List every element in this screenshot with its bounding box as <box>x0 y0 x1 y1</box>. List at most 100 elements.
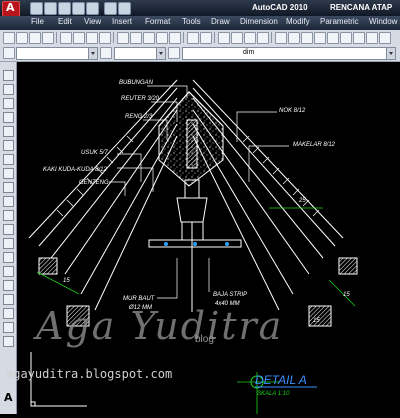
properties-icon[interactable] <box>275 32 287 44</box>
workspace-icon[interactable] <box>3 47 15 59</box>
baut-dot <box>193 242 197 246</box>
workspace-combo[interactable] <box>16 47 98 60</box>
revision-cloud-icon[interactable] <box>3 168 14 179</box>
detail-title: DETAIL A <box>255 373 307 387</box>
qnew-icon[interactable] <box>16 32 28 44</box>
chevron-down-icon[interactable] <box>156 48 165 59</box>
undo-toolbar-icon[interactable] <box>187 32 199 44</box>
quick-access-dropdown-icon[interactable] <box>118 2 131 15</box>
menu-view[interactable]: View <box>84 17 101 26</box>
construction-line-icon[interactable] <box>3 84 14 95</box>
multiline-text-icon[interactable] <box>3 322 14 333</box>
menu-window[interactable]: Window <box>369 17 397 26</box>
label-bubungan: BUBUNGAN <box>119 80 154 86</box>
zoom-window-icon[interactable] <box>244 32 256 44</box>
toolbar-separator <box>183 32 184 43</box>
help-icon[interactable] <box>353 32 365 44</box>
redo-toolbar-icon[interactable] <box>200 32 212 44</box>
text-tool-icon[interactable]: A <box>4 391 13 404</box>
ellipse-arc-icon[interactable] <box>3 210 14 221</box>
publish-icon[interactable] <box>86 32 98 44</box>
design-center-icon[interactable] <box>288 32 300 44</box>
match-properties-icon[interactable] <box>156 32 168 44</box>
style-combo[interactable] <box>114 47 166 60</box>
circle-icon[interactable] <box>3 154 14 165</box>
menu-insert[interactable]: Insert <box>112 17 132 26</box>
zoom-previous-icon[interactable] <box>257 32 269 44</box>
save-toolbar-icon[interactable] <box>42 32 54 44</box>
document-title: RENCANA ATAP <box>330 3 393 12</box>
redo-icon[interactable] <box>86 2 99 15</box>
paste-icon[interactable] <box>143 32 155 44</box>
sheet-set-icon[interactable] <box>314 32 326 44</box>
hatch-icon[interactable] <box>3 266 14 277</box>
app-title: AutoCAD 2010 <box>252 3 308 12</box>
menu-bar: File Edit View Insert Format Tools Draw … <box>0 16 400 30</box>
spline-icon[interactable] <box>3 182 14 193</box>
3d-dwf-icon[interactable] <box>99 32 111 44</box>
quickcalc-icon[interactable] <box>340 32 352 44</box>
layer-current-value: dim <box>243 49 255 56</box>
save-icon[interactable] <box>58 2 71 15</box>
baut-dot <box>164 242 168 246</box>
point-icon[interactable] <box>3 252 14 263</box>
settings-icon[interactable] <box>100 47 112 59</box>
menu-edit[interactable]: Edit <box>58 17 72 26</box>
dim-style-icon[interactable] <box>379 32 391 44</box>
make-block-icon[interactable] <box>3 238 14 249</box>
label-usuk: USUK 5/7 <box>81 150 108 156</box>
menu-parametric[interactable]: Parametric <box>320 17 359 26</box>
label-makelar: MAKELAR 8/12 <box>293 142 336 148</box>
line-icon[interactable] <box>3 70 14 81</box>
menu-file[interactable]: File <box>31 17 44 26</box>
polygon-icon[interactable] <box>3 112 14 123</box>
region-icon[interactable] <box>3 294 14 305</box>
detail-scale: SKALA 1:10 <box>257 391 290 397</box>
markup-icon[interactable] <box>327 32 339 44</box>
pan-icon[interactable] <box>218 32 230 44</box>
drawing-canvas[interactable]: BUBUNGAN REUTER 3/20 RENG 2/3 USUK 5/7 K… <box>17 62 400 414</box>
menu-format[interactable]: Format <box>145 17 170 26</box>
table-icon[interactable] <box>3 308 14 319</box>
plot-preview-icon[interactable] <box>73 32 85 44</box>
ellipse-icon[interactable] <box>3 196 14 207</box>
zoom-realtime-icon[interactable] <box>231 32 243 44</box>
rectangle-icon[interactable] <box>3 126 14 137</box>
layers-toolbar: dim <box>0 45 400 62</box>
tool-palettes-icon[interactable] <box>301 32 313 44</box>
new-file-icon[interactable] <box>30 2 43 15</box>
insert-block-icon[interactable] <box>3 224 14 235</box>
plot-icon[interactable] <box>60 32 72 44</box>
copy-icon[interactable] <box>130 32 142 44</box>
zoom-extents-icon[interactable] <box>366 32 378 44</box>
menu-dimension[interactable]: Dimension <box>240 17 278 26</box>
arc-icon[interactable] <box>3 140 14 151</box>
new-icon[interactable] <box>3 32 15 44</box>
polyline-icon[interactable] <box>3 98 14 109</box>
layer-properties-icon[interactable] <box>168 47 180 59</box>
open-icon[interactable] <box>29 32 41 44</box>
open-folder-icon[interactable] <box>44 2 57 15</box>
menu-draw[interactable]: Draw <box>211 17 230 26</box>
label-reuter: REUTER 3/20 <box>121 96 160 102</box>
label-mur-baut-1: MUR BAUT <box>123 296 156 302</box>
menu-modify[interactable]: Modify <box>286 17 310 26</box>
gradient-icon[interactable] <box>3 280 14 291</box>
chevron-down-icon[interactable] <box>386 48 395 59</box>
watermark-tag: blog <box>195 334 214 345</box>
print-icon[interactable] <box>104 2 117 15</box>
menu-tools[interactable]: Tools <box>182 17 201 26</box>
undo-icon[interactable] <box>72 2 85 15</box>
chevron-down-icon[interactable] <box>88 48 97 59</box>
roof-detail-drawing: BUBUNGAN REUTER 3/20 RENG 2/3 USUK 5/7 K… <box>28 79 358 414</box>
layer-combo[interactable]: dim <box>182 47 396 60</box>
toolbar-separator <box>56 32 57 43</box>
gording-right-top <box>338 257 358 275</box>
add-selected-icon[interactable] <box>3 336 14 347</box>
cut-icon[interactable] <box>117 32 129 44</box>
autocad-logo-icon[interactable]: A <box>2 1 20 17</box>
toolbar-separator <box>113 32 114 43</box>
watermark-url: agayuditra.blogspot.com <box>6 367 173 381</box>
block-editor-icon[interactable] <box>169 32 181 44</box>
label-baja-strip-1: BAJA STRIP <box>213 292 247 298</box>
